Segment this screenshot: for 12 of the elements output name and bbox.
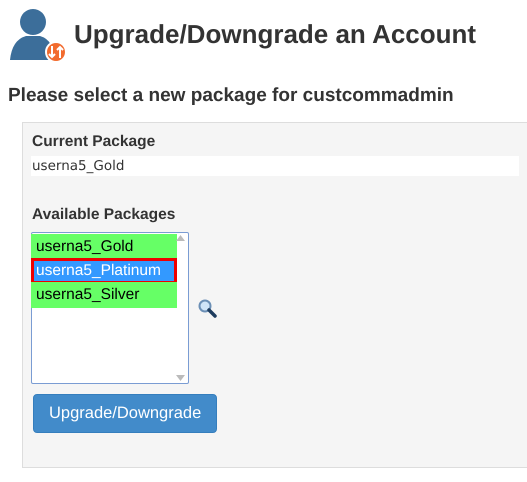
available-packages-label: Available Packages bbox=[32, 206, 176, 224]
package-option[interactable]: userna5_Gold bbox=[31, 234, 177, 260]
search-icon[interactable] bbox=[197, 298, 217, 318]
package-listbox[interactable]: userna5_Gold userna5_Platinum userna5_Silver bbox=[31, 232, 189, 384]
current-package-value: userna5_Gold bbox=[31, 156, 519, 176]
page-title: Upgrade/Downgrade an Account bbox=[74, 18, 476, 50]
package-option[interactable]: userna5_Silver bbox=[31, 282, 177, 308]
scroll-down-icon[interactable] bbox=[176, 375, 184, 381]
current-package-label: Current Package bbox=[32, 133, 156, 151]
upgrade-downgrade-button[interactable]: Upgrade/Downgrade bbox=[33, 394, 218, 433]
scroll-up-icon[interactable] bbox=[176, 235, 184, 241]
page-subtitle: Please select a new package for custcommadmin bbox=[8, 84, 454, 108]
